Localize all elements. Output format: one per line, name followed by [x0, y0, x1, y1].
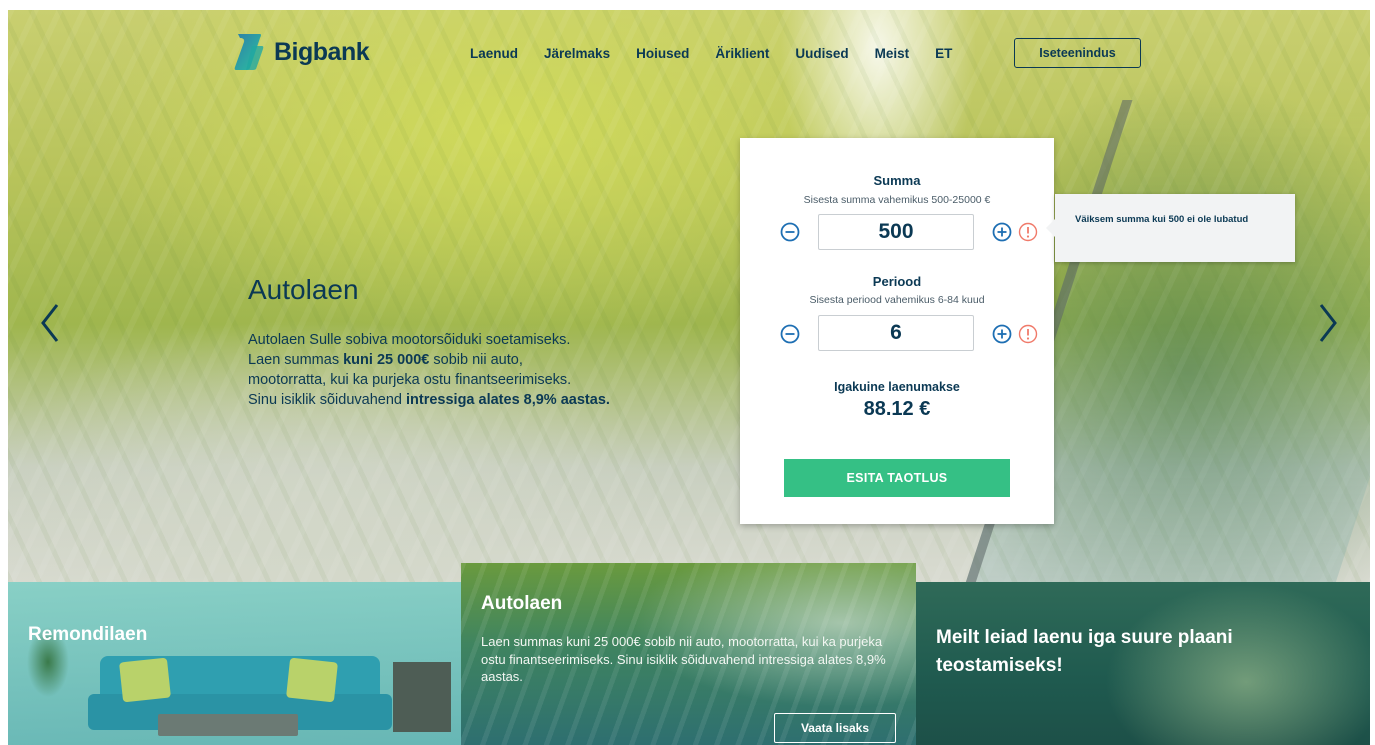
- hero-background: Bigbank Laenud Järelmaks Hoiused Äriklie…: [8, 10, 1370, 620]
- carousel-next-button[interactable]: [1318, 303, 1338, 343]
- table-decoration: [158, 714, 298, 736]
- tile-title: Remondilaen: [28, 624, 148, 645]
- amount-hint: Sisesta summa vahemikus 500-25000 €: [803, 194, 991, 206]
- amount-input[interactable]: 500: [818, 214, 974, 250]
- logo-text: Bigbank: [274, 37, 370, 66]
- language-switch[interactable]: ET: [935, 46, 952, 61]
- hero-description: Autolaen Sulle sobiva mootorsõiduki soet…: [248, 330, 708, 410]
- carousel-prev-button[interactable]: [40, 303, 60, 343]
- loan-calculator: Summa Sisesta summa vahemikus 500-25000 …: [740, 138, 1054, 524]
- hero-line-2: Laen summas kuni 25 000€ sobib nii auto,: [248, 350, 708, 370]
- nav-item-jarelmaks[interactable]: Järelmaks: [544, 46, 610, 61]
- chevron-left-icon: [41, 304, 59, 342]
- amount-label: Summa: [873, 173, 921, 188]
- chevron-right-icon: [1319, 304, 1337, 342]
- pillow-decoration: [286, 657, 338, 703]
- period-label: Periood: [872, 274, 922, 289]
- submit-application-button[interactable]: ESITA TAOTLUS: [784, 459, 1010, 497]
- warning-icon: [1018, 324, 1038, 344]
- minus-circle-icon[interactable]: [780, 324, 800, 344]
- hero-line-1: Autolaen Sulle sobiva mootorsõiduki soet…: [248, 332, 571, 348]
- read-more-button[interactable]: Vaata lisaks: [774, 713, 896, 743]
- validation-tooltip-text: Väiksem summa kui 500 ei ole lubatud: [1075, 214, 1249, 225]
- warning-icon: [1018, 222, 1038, 242]
- hero-line-2-post: sobib nii auto,: [429, 352, 523, 368]
- hero-line-2-bold: kuni 25 000€: [343, 352, 430, 368]
- selfservice-button[interactable]: Iseteenindus: [1014, 38, 1141, 68]
- hero-line-2-pre: Laen summas: [248, 352, 344, 368]
- tile-autolaen[interactable]: Autolaen Laen summas kuni 25 000€ sobib …: [461, 563, 916, 745]
- cabinet-decoration: [393, 662, 451, 732]
- plus-circle-icon[interactable]: [992, 222, 1012, 242]
- tile-remondilaen[interactable]: Remondilaen: [8, 582, 461, 745]
- nav-item-meist[interactable]: Meist: [875, 46, 910, 61]
- logo-mark-icon: [232, 32, 266, 72]
- nav-item-ariklient[interactable]: Äriklient: [715, 46, 769, 61]
- monthly-payment-label: Igakuine laenumakse: [834, 380, 960, 394]
- hero-line-4-bold: intressiga alates 8,9% aastas.: [405, 392, 610, 408]
- tile-description: Laen summas kuni 25 000€ sobib nii auto,…: [481, 634, 886, 684]
- main-nav: Laenud Järelmaks Hoiused Äriklient Uudis…: [470, 46, 978, 61]
- tile-title: Meilt leiad laenu iga suure plaani teost…: [936, 627, 1233, 676]
- page-frame: Bigbank Laenud Järelmaks Hoiused Äriklie…: [8, 10, 1370, 745]
- period-hint: Sisesta periood vahemikus 6-84 kuud: [809, 294, 985, 306]
- monthly-payment-value: 88.12 €: [863, 398, 931, 420]
- validation-tooltip: Väiksem summa kui 500 ei ole lubatud: [1046, 194, 1295, 262]
- nav-item-laenud[interactable]: Laenud: [470, 46, 518, 61]
- hero-line-4-pre: Sinu isiklik sõiduvahend: [248, 392, 406, 408]
- pillow-decoration: [119, 657, 171, 703]
- period-input[interactable]: 6: [818, 315, 974, 351]
- minus-circle-icon[interactable]: [780, 222, 800, 242]
- nav-item-hoiused[interactable]: Hoiused: [636, 46, 689, 61]
- hero-line-3: mootorratta, kui ka purjeka ostu finants…: [248, 372, 572, 388]
- hero-title: Autolaen: [248, 274, 359, 305]
- tile-promo[interactable]: Meilt leiad laenu iga suure plaani teost…: [916, 582, 1370, 745]
- plus-circle-icon[interactable]: [992, 324, 1012, 344]
- bigbank-logo[interactable]: Bigbank: [232, 32, 370, 72]
- nav-item-uudised[interactable]: Uudised: [795, 46, 848, 61]
- tile-title: Autolaen: [481, 593, 563, 614]
- hero-line-4: Sinu isiklik sõiduvahend intressiga alat…: [248, 390, 708, 410]
